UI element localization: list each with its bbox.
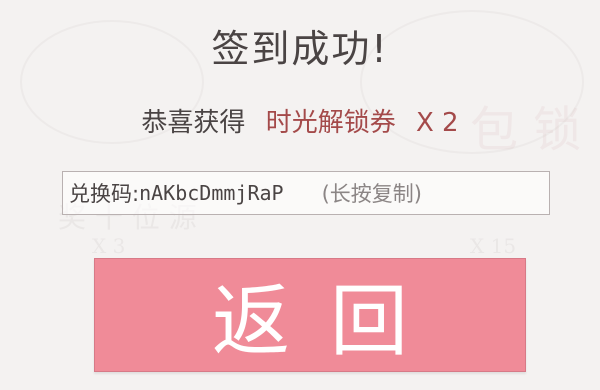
reward-item-count: X 2 [415,108,459,138]
redeem-code-value[interactable]: nAKbcDmmjRaP [139,181,284,205]
dialog-title-text: 签到成功! [211,27,389,71]
reward-item-name: 时光解锁券 [265,108,396,138]
dialog-title: 签到成功! [0,18,600,73]
copy-hint: (长按复制) [321,182,422,206]
redeem-code-label: 兑换码: [69,182,140,206]
background-item-right-count: X 15 [470,234,517,258]
back-button[interactable]: 返回 [94,258,526,372]
background-item-left-count: X 3 [92,234,126,258]
reward-prefix: 恭喜获得 [141,108,246,138]
back-button-label: 返回 [211,277,448,367]
reward-line: 恭喜获得 时光解锁券 X 2 [0,102,600,139]
redeem-code-field[interactable]: 兑换码: nAKbcDmmjRaP (长按复制) [62,171,550,215]
